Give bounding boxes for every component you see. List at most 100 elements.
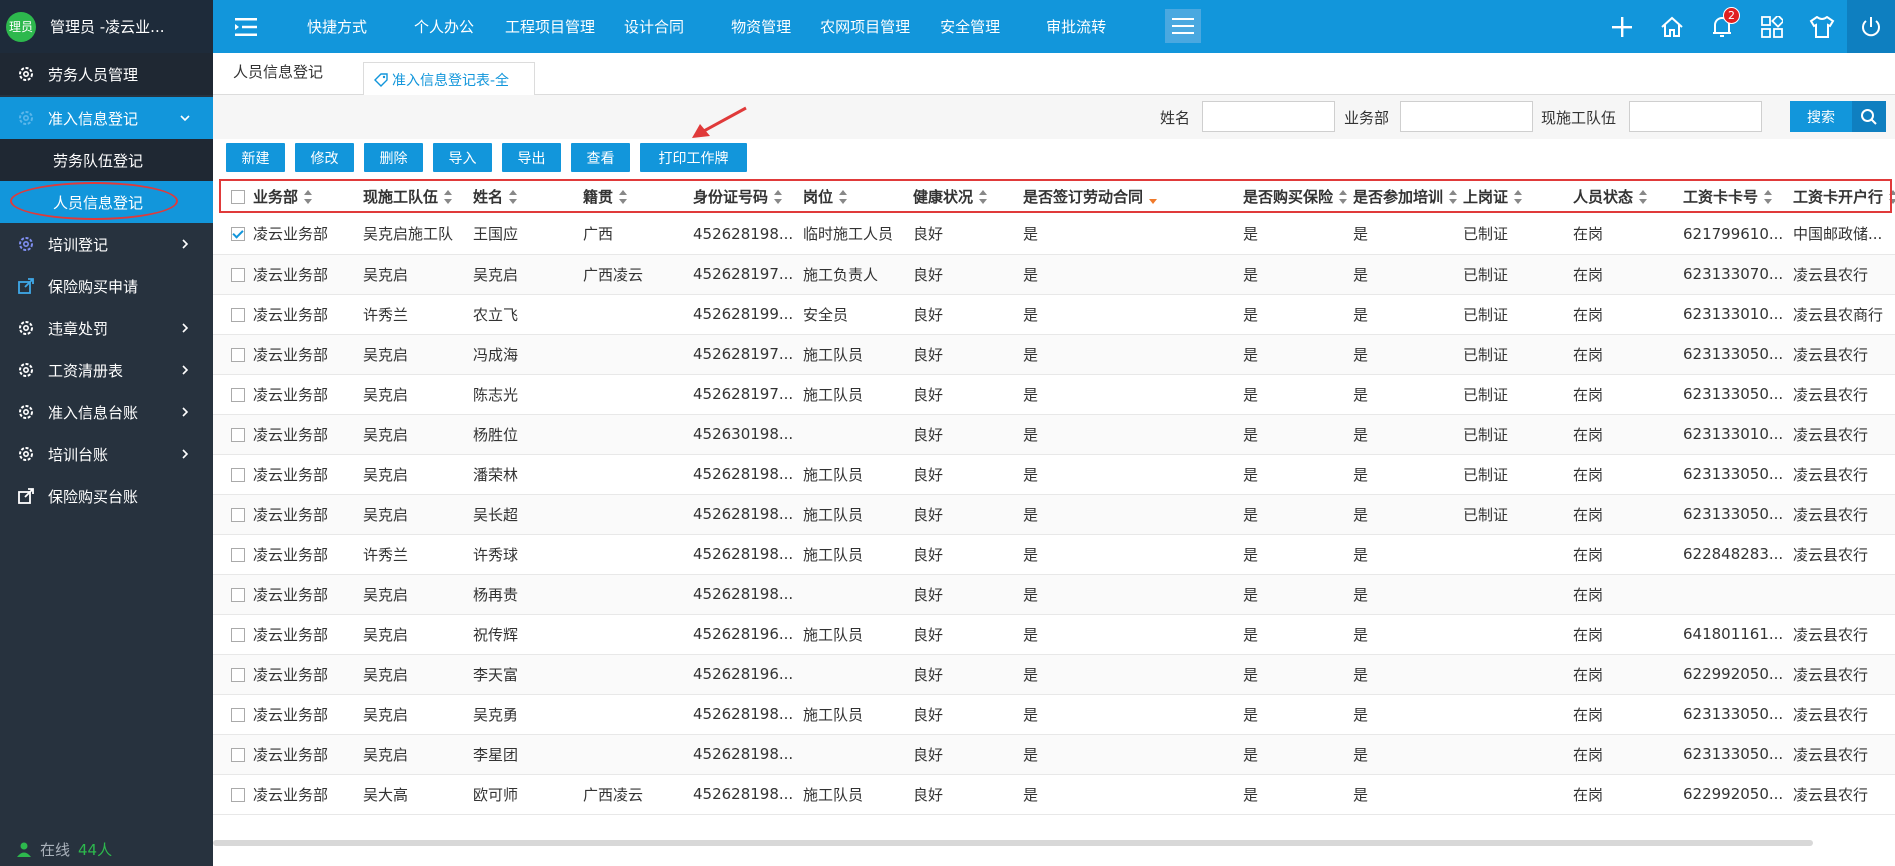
sort-icon[interactable] <box>444 190 453 204</box>
row-checkbox[interactable] <box>231 267 245 282</box>
notification-button[interactable]: 2 <box>1697 0 1747 53</box>
row-checkbox[interactable] <box>231 467 245 482</box>
sidebar-subitem-person-info[interactable]: 人员信息登记 <box>0 181 213 223</box>
row-checkbox[interactable] <box>231 667 245 682</box>
sidebar-item-access-ledger[interactable]: 准入信息台账 <box>0 391 213 433</box>
horizontal-scrollbar[interactable] <box>213 840 1813 846</box>
new-button[interactable]: 新建 <box>226 143 285 172</box>
table-row[interactable]: 凌云业务部 吴大高 欧可师 广西凌云 452628198... 施工队员 良好是是是在岗 62… <box>213 774 1895 815</box>
table-row[interactable]: 凌云业务部 吴克启 陈志光 452628197... 施工队员 良好是是是已制证 在岗 623… <box>213 374 1895 415</box>
dept-input[interactable] <box>1400 101 1533 132</box>
sort-icon[interactable] <box>1149 190 1158 204</box>
avatar[interactable]: 理员 <box>6 11 36 42</box>
column-header[interactable]: 是否购买保险 <box>1243 178 1353 214</box>
column-header[interactable]: 上岗证 <box>1463 178 1573 214</box>
row-checkbox[interactable] <box>231 227 245 242</box>
name-input[interactable] <box>1202 101 1335 132</box>
table-row[interactable]: 凌云业务部 吴克启 李星团 452628198... 良好是是是在岗 623133050.… <box>213 734 1895 775</box>
table-row[interactable]: 凌云业务部 吴克启 杨胜位 452630198... 良好是是是已制证 在岗 6231330… <box>213 414 1895 455</box>
table-row[interactable]: 凌云业务部 吴克启 潘荣林 452628198... 施工队员 良好是是是已制证 在岗 623… <box>213 454 1895 495</box>
table-row[interactable]: 凌云业务部 吴克启 李天富 452628196... 良好是是是在岗 622992050.… <box>213 654 1895 695</box>
sort-icon[interactable] <box>774 190 783 204</box>
user-box[interactable]: 理员 管理员 -凌云业... <box>0 0 213 53</box>
column-header[interactable]: 工资卡开户行 <box>1793 178 1895 214</box>
apps-button[interactable] <box>1747 0 1797 53</box>
add-button[interactable] <box>1597 0 1647 53</box>
sort-icon[interactable] <box>509 190 518 204</box>
sort-icon[interactable] <box>839 190 848 204</box>
column-header[interactable]: 现施工队伍 <box>363 178 473 214</box>
row-checkbox[interactable] <box>231 627 245 642</box>
column-header[interactable]: 人员状态 <box>1573 178 1683 214</box>
table-row[interactable]: 凌云业务部 吴克启 祝传辉 452628196... 施工队员 良好是是是在岗 641801… <box>213 614 1895 655</box>
table-row[interactable]: 凌云业务部 吴克启 冯成海 452628197... 施工队员 良好是是是已制证 在岗 623… <box>213 334 1895 375</box>
nav-design-contract[interactable]: 设计合同 <box>624 16 684 37</box>
sidebar-item-payroll[interactable]: 工资清册表 <box>0 349 213 391</box>
row-checkbox[interactable] <box>231 307 245 322</box>
table-row[interactable]: 凌云业务部 吴克启施工队 王国应 广西 452628198... 临时施工人员 良好是是是已… <box>213 214 1895 255</box>
row-checkbox[interactable] <box>231 547 245 562</box>
sidebar-item-violation-penalty[interactable]: 违章处罚 <box>0 307 213 349</box>
select-all-checkbox[interactable] <box>231 189 245 204</box>
nav-personal-office[interactable]: 个人办公 <box>414 16 474 37</box>
theme-button[interactable] <box>1797 0 1847 53</box>
column-header[interactable]: 是否签订劳动合同 <box>1023 178 1243 214</box>
row-checkbox[interactable] <box>231 747 245 762</box>
sort-icon[interactable] <box>304 190 313 204</box>
menu-toggle-button[interactable] <box>217 0 277 53</box>
home-button[interactable] <box>1647 0 1697 53</box>
sort-icon[interactable] <box>1889 190 1895 204</box>
column-header[interactable]: 业务部 <box>253 178 363 214</box>
table-row[interactable]: 凌云业务部 吴克启 吴长超 452628198... 施工队员 良好是是是已制证 在岗 623… <box>213 494 1895 535</box>
search-button[interactable]: 搜索 <box>1790 101 1886 132</box>
nav-shortcuts[interactable]: 快捷方式 <box>307 16 367 37</box>
delete-button[interactable]: 删除 <box>364 143 423 172</box>
table-row[interactable]: 凌云业务部 吴克启 杨再贵 452628198... 良好是是是在岗 <box>213 574 1895 615</box>
tab-access-registration-all[interactable]: 准入信息登记表-全 <box>363 62 535 96</box>
tab-person-info[interactable]: 人员信息登记 <box>233 61 323 82</box>
nav-approval-flow[interactable]: 审批流转 <box>1046 16 1106 37</box>
column-header[interactable]: 身份证号码 <box>693 178 803 214</box>
table-row[interactable]: 凌云业务部 吴克启 吴克勇 452628198... 施工队员 良好是是是在岗 623133… <box>213 694 1895 735</box>
sidebar-item-access-registration[interactable]: 准入信息登记 <box>0 97 213 139</box>
logout-button[interactable] <box>1847 0 1895 53</box>
sidebar-subitem-labor-team[interactable]: 劳务队伍登记 <box>0 139 213 181</box>
nav-safety[interactable]: 安全管理 <box>940 16 1000 37</box>
sidebar-item-insurance-ledger[interactable]: 保险购买台账 <box>0 475 213 517</box>
sort-icon[interactable] <box>1639 190 1648 204</box>
sort-icon[interactable] <box>1764 190 1773 204</box>
row-checkbox[interactable] <box>231 507 245 522</box>
view-button[interactable]: 查看 <box>571 143 630 172</box>
table-row[interactable]: 凌云业务部 许秀兰 许秀球 452628198... 施工队员 良好是是是在岗 622848… <box>213 534 1895 575</box>
column-header[interactable]: 是否参加培训 <box>1353 178 1463 214</box>
row-checkbox[interactable] <box>231 787 245 802</box>
sidebar-item-insurance-apply[interactable]: 保险购买申请 <box>0 265 213 307</box>
column-header[interactable]: 岗位 <box>803 178 913 214</box>
column-header[interactable]: 工资卡卡号 <box>1683 178 1793 214</box>
table-row[interactable]: 凌云业务部 吴克启 吴克启 广西凌云 452628197... 施工负责人 良好是是是已制证… <box>213 254 1895 295</box>
user-name[interactable]: 管理员 -凌云业... <box>50 16 165 37</box>
nav-rural-grid-project[interactable]: 农网项目管理 <box>820 16 910 37</box>
import-button[interactable]: 导入 <box>433 143 492 172</box>
sidebar-item-training[interactable]: 培训登记 <box>0 223 213 265</box>
sort-icon[interactable] <box>1449 190 1458 204</box>
row-checkbox[interactable] <box>231 427 245 442</box>
sort-icon[interactable] <box>979 190 988 204</box>
sidebar-item-labor-management[interactable]: 劳务人员管理 <box>0 53 213 95</box>
sidebar-item-training-ledger[interactable]: 培训台账 <box>0 433 213 475</box>
table-row[interactable]: 凌云业务部 许秀兰 农立飞 452628199... 安全员 良好是是是已制证 在岗 6231… <box>213 294 1895 335</box>
sort-icon[interactable] <box>1514 190 1523 204</box>
nav-project-management[interactable]: 工程项目管理 <box>505 16 595 37</box>
more-menu-button[interactable] <box>1165 9 1201 43</box>
row-checkbox[interactable] <box>231 587 245 602</box>
column-header[interactable]: 姓名 <box>473 178 583 214</box>
sort-icon[interactable] <box>1339 190 1348 204</box>
team-input[interactable] <box>1629 101 1762 132</box>
nav-materials[interactable]: 物资管理 <box>731 16 791 37</box>
edit-button[interactable]: 修改 <box>295 143 354 172</box>
row-checkbox[interactable] <box>231 387 245 402</box>
column-header[interactable]: 籍贯 <box>583 178 693 214</box>
column-header[interactable]: 健康状况 <box>913 178 1023 214</box>
export-button[interactable]: 导出 <box>502 143 561 172</box>
row-checkbox[interactable] <box>231 347 245 362</box>
